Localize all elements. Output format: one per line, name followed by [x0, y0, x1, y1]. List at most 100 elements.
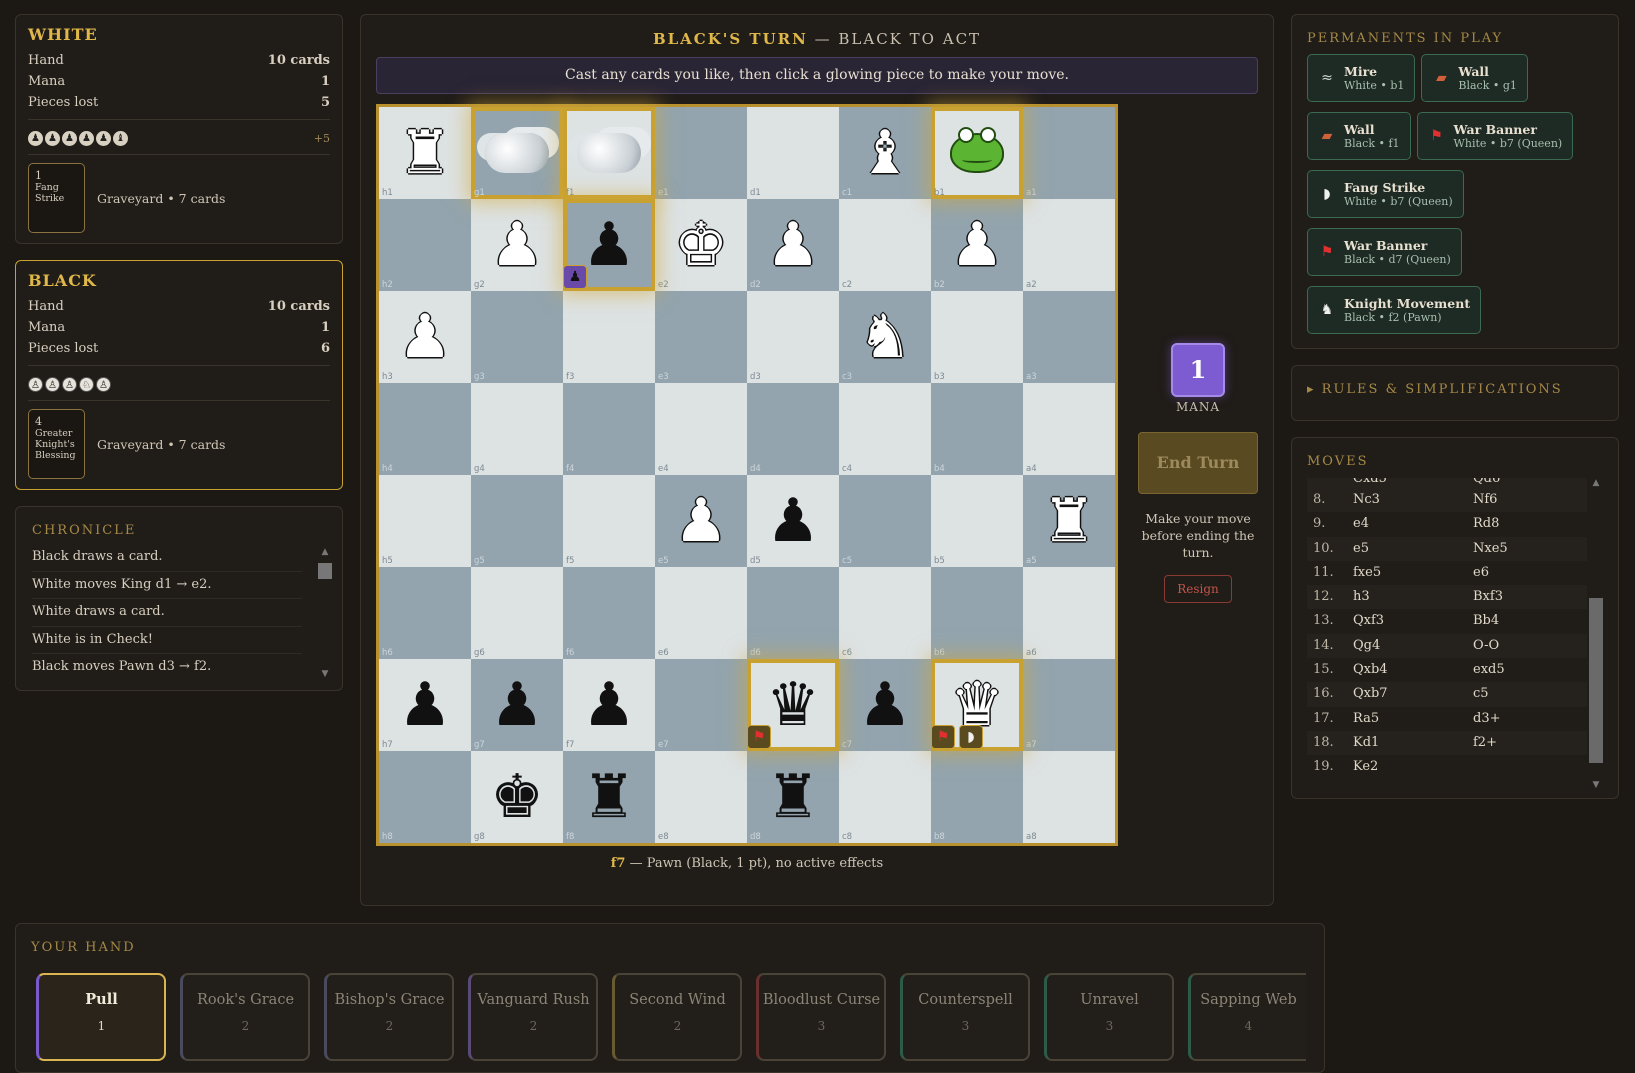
square-e6[interactable]: e6 — [655, 567, 747, 659]
square-d1[interactable]: d1 — [747, 107, 839, 199]
square-a6[interactable]: a6 — [1023, 567, 1115, 659]
square-e8[interactable]: e8 — [655, 751, 747, 843]
square-b6[interactable]: b6 — [931, 567, 1023, 659]
square-a4[interactable]: a4 — [1023, 383, 1115, 475]
square-g7[interactable]: ♟ g7 — [471, 659, 563, 751]
square-c6[interactable]: c6 — [839, 567, 931, 659]
square-d4[interactable]: d4 — [747, 383, 839, 475]
square-c5[interactable]: c5 — [839, 475, 931, 567]
resign-button[interactable]: Resign — [1164, 575, 1232, 603]
moves-list[interactable]: Cxd5 Qd6 8. Nc3 Nf6 9. e4 Rd8 10. e5 Nxe5 11. fxe5 e… — [1307, 478, 1587, 790]
hand-card[interactable]: Bloodlust Curse 3 — [756, 973, 886, 1061]
square-g5[interactable]: g5 — [471, 475, 563, 567]
square-a3[interactable]: a3 — [1023, 291, 1115, 383]
square-f2[interactable]: ♟f2♟ — [563, 199, 655, 291]
square-h4[interactable]: h4 — [379, 383, 471, 475]
square-e3[interactable]: e3 — [655, 291, 747, 383]
square-c8[interactable]: c8 — [839, 751, 931, 843]
square-e4[interactable]: e4 — [655, 383, 747, 475]
black-graveyard-top-card[interactable]: 4 Greater Knight's Blessing — [28, 409, 85, 479]
black-mana-label: Mana — [28, 320, 66, 335]
square-g8[interactable]: ♚ g8 — [471, 751, 563, 843]
square-a1[interactable]: a1 — [1023, 107, 1115, 199]
hand-card[interactable]: Bishop's Grace 2 — [324, 973, 454, 1061]
square-b2[interactable]: ♟ b2 — [931, 199, 1023, 291]
square-g2[interactable]: ♟ g2 — [471, 199, 563, 291]
square-c7[interactable]: ♟ c7 — [839, 659, 931, 751]
square-c1[interactable]: ♝ c1 — [839, 107, 931, 199]
scrollbar-thumb[interactable] — [318, 563, 332, 579]
permanent-card[interactable]: ♞ Knight Movement Black • f2 (Pawn) — [1307, 286, 1482, 334]
moves-scrollbar[interactable]: ▲ ▼ — [1588, 478, 1604, 790]
hand-card-cost: 2 — [385, 1019, 394, 1033]
square-d8[interactable]: ♜ d8 — [747, 751, 839, 843]
permanent-card[interactable]: ≈ Mire White • b1 — [1307, 54, 1416, 102]
square-e5[interactable]: ♟ e5 — [655, 475, 747, 567]
square-d3[interactable]: d3 — [747, 291, 839, 383]
square-g1[interactable]: g1 — [471, 107, 563, 199]
square-b8[interactable]: b8 — [931, 751, 1023, 843]
square-h7[interactable]: ♟ h7 — [379, 659, 471, 751]
square-f5[interactable]: f5 — [563, 475, 655, 567]
hand-card[interactable]: Vanguard Rush 2 — [468, 973, 598, 1061]
scroll-up-icon[interactable]: ▲ — [1588, 478, 1604, 488]
chess-board[interactable]: ♜ h1 g1 f1 e1 d1 ♝ c1 b1 a1 h2 ♟ g2 ♟f2♟ ♚ e2 ♟ d2 c2 ♟ b2 a2… — [376, 104, 1118, 846]
permanent-card[interactable]: ▰ Wall Black • g1 — [1421, 54, 1528, 102]
end-turn-button[interactable]: End Turn — [1138, 432, 1258, 494]
permanent-card[interactable]: ⚑ War Banner White • b7 (Queen) — [1416, 112, 1574, 160]
hand-card[interactable]: Second Wind 2 — [612, 973, 742, 1061]
square-a2[interactable]: a2 — [1023, 199, 1115, 291]
move-black: f2+ — [1473, 734, 1497, 750]
square-h6[interactable]: h6 — [379, 567, 471, 659]
permanent-card[interactable]: ⚑ War Banner Black • d7 (Queen) — [1307, 228, 1462, 276]
square-e2[interactable]: ♚ e2 — [655, 199, 747, 291]
chronicle-scrollbar[interactable]: ▲ ▼ — [317, 547, 333, 679]
square-c2[interactable]: c2 — [839, 199, 931, 291]
scrollbar-thumb[interactable] — [1589, 598, 1603, 763]
square-b3[interactable]: b3 — [931, 291, 1023, 383]
square-a5[interactable]: ♜ a5 — [1023, 475, 1115, 567]
square-a7[interactable]: a7 — [1023, 659, 1115, 751]
square-a8[interactable]: a8 — [1023, 751, 1115, 843]
permanent-card[interactable]: ◗ Fang Strike White • b7 (Queen) — [1307, 170, 1464, 218]
square-b4[interactable]: b4 — [931, 383, 1023, 475]
square-b5[interactable]: b5 — [931, 475, 1023, 567]
square-b1[interactable]: b1 — [931, 107, 1023, 199]
square-f3[interactable]: f3 — [563, 291, 655, 383]
square-h2[interactable]: h2 — [379, 199, 471, 291]
square-e7[interactable]: e7 — [655, 659, 747, 751]
white-graveyard-top-card[interactable]: 1 Fang Strike — [28, 163, 85, 233]
turn-player: BLACK'S TURN — [652, 30, 808, 48]
scroll-down-icon[interactable]: ▼ — [1588, 780, 1604, 790]
scroll-up-icon[interactable]: ▲ — [317, 547, 333, 557]
rules-toggle[interactable]: ▸ RULES & SIMPLIFICATIONS — [1307, 382, 1603, 397]
square-f1[interactable]: f1 — [563, 107, 655, 199]
scroll-down-icon[interactable]: ▼ — [317, 669, 333, 679]
square-g6[interactable]: g6 — [471, 567, 563, 659]
square-g4[interactable]: g4 — [471, 383, 563, 475]
chronicle-list[interactable]: Black draws a card. White moves King d1 … — [32, 544, 302, 682]
hand-card[interactable]: Counterspell 3 — [900, 973, 1030, 1061]
square-b7[interactable]: ♛b7⚑◗ — [931, 659, 1023, 751]
square-c4[interactable]: c4 — [839, 383, 931, 475]
square-g3[interactable]: g3 — [471, 291, 563, 383]
square-d7[interactable]: ♛d7⚑ — [747, 659, 839, 751]
square-d2[interactable]: ♟ d2 — [747, 199, 839, 291]
hand-card[interactable]: Rook's Grace 2 — [180, 973, 310, 1061]
square-e1[interactable]: e1 — [655, 107, 747, 199]
square-f4[interactable]: f4 — [563, 383, 655, 475]
square-f6[interactable]: f6 — [563, 567, 655, 659]
square-h1[interactable]: ♜ h1 — [379, 107, 471, 199]
square-f7[interactable]: ♟ f7 — [563, 659, 655, 751]
permanent-card[interactable]: ▰ Wall Black • f1 — [1307, 112, 1411, 160]
hand-card[interactable]: Sapping Web 4 — [1188, 973, 1306, 1061]
square-d5[interactable]: ♟ d5 — [747, 475, 839, 567]
square-h5[interactable]: h5 — [379, 475, 471, 567]
square-h8[interactable]: h8 — [379, 751, 471, 843]
square-d6[interactable]: d6 — [747, 567, 839, 659]
hand-card[interactable]: Unravel 3 — [1044, 973, 1174, 1061]
square-f8[interactable]: ♜ f8 — [563, 751, 655, 843]
square-h3[interactable]: ♟ h3 — [379, 291, 471, 383]
square-c3[interactable]: ♞ c3 — [839, 291, 931, 383]
hand-card[interactable]: Pull 1 — [36, 973, 166, 1061]
